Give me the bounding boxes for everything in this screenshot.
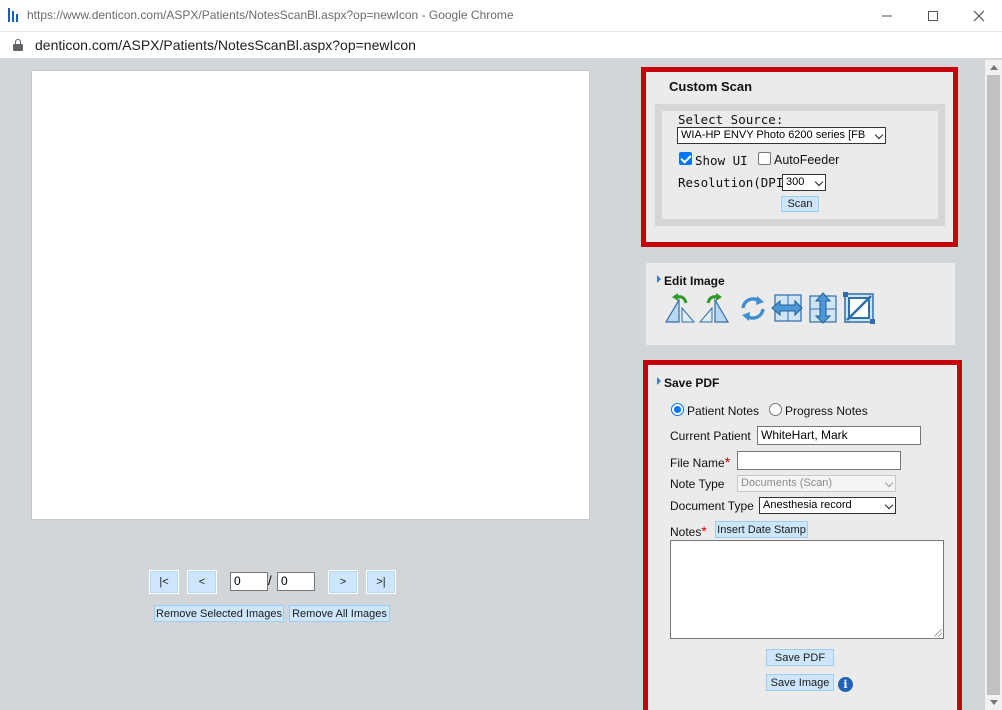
patient-notes-label: Patient Notes — [687, 404, 760, 418]
current-patient-field[interactable]: WhiteHart, Mark — [757, 426, 921, 445]
document-type-value: Anesthesia record — [763, 499, 852, 511]
remove-selected-images-button[interactable]: Remove Selected Images — [154, 605, 284, 622]
insert-date-stamp-button[interactable]: Insert Date Stamp — [715, 521, 808, 538]
save-pdf-button[interactable]: Save PDF — [766, 649, 834, 666]
custom-scan-title: Custom Scan — [669, 79, 753, 94]
autofeeder-checkbox[interactable] — [758, 152, 771, 165]
show-ui-checkbox[interactable] — [679, 152, 692, 165]
chevron-down-icon — [874, 130, 884, 140]
progress-notes-radio[interactable] — [769, 403, 782, 416]
document-type-label: Document Type — [670, 499, 754, 513]
maximize-button[interactable] — [910, 0, 956, 32]
resize-grip-icon[interactable] — [934, 629, 942, 637]
close-icon — [973, 10, 985, 22]
edit-image-title: Edit Image — [664, 274, 725, 288]
first-page-button[interactable]: |< — [149, 570, 179, 594]
total-pages-input[interactable]: 0 — [277, 572, 315, 591]
lock-icon — [13, 39, 23, 51]
file-name-label: File Name* — [670, 454, 730, 470]
last-page-button[interactable]: >| — [366, 570, 396, 594]
patient-notes-radio[interactable] — [671, 403, 684, 416]
required-marker: * — [724, 454, 731, 470]
flip-vertical-icon[interactable] — [807, 292, 839, 324]
page-scrollbar[interactable] — [985, 60, 1002, 710]
rotate-180-icon[interactable] — [737, 292, 769, 324]
next-page-button[interactable]: > — [328, 570, 358, 594]
note-type-value: Documents (Scan) — [741, 477, 833, 489]
page-separator: / — [268, 573, 272, 588]
resolution-label: Resolution(DPI): — [678, 175, 799, 190]
close-button[interactable] — [956, 0, 1002, 32]
notes-label-text: Notes — [670, 525, 702, 539]
resolution-select-value: 300 — [786, 176, 805, 188]
chevron-down-icon — [814, 177, 824, 187]
scrollbar-thumb[interactable] — [987, 75, 1000, 695]
save-image-button[interactable]: Save Image — [766, 674, 834, 691]
required-marker: * — [701, 523, 707, 539]
resolution-select[interactable]: 300 — [782, 174, 826, 191]
scroll-up-icon[interactable] — [990, 65, 998, 70]
window-title: https://www.denticon.com/ASPX/Patients/N… — [27, 8, 514, 22]
chevron-down-icon — [884, 500, 894, 510]
source-select[interactable]: WIA-HP ENVY Photo 6200 series [FB — [677, 127, 886, 144]
maximize-icon — [928, 11, 938, 21]
scroll-down-icon[interactable] — [990, 700, 998, 705]
address-bar[interactable]: denticon.com/ASPX/Patients/NotesScanBl.a… — [0, 32, 1002, 59]
image-viewer[interactable] — [31, 70, 590, 520]
document-type-select[interactable]: Anesthesia record — [759, 497, 896, 514]
current-page-input[interactable]: 0 — [230, 572, 268, 591]
rotate-left-icon[interactable] — [664, 292, 696, 324]
current-patient-label: Current Patient — [670, 429, 751, 443]
source-select-value: WIA-HP ENVY Photo 6200 series [FB — [681, 129, 866, 141]
rotate-right-icon[interactable] — [698, 292, 730, 324]
address-url[interactable]: denticon.com/ASPX/Patients/NotesScanBl.a… — [35, 37, 416, 53]
collapse-triangle-icon[interactable] — [657, 377, 661, 385]
window-title-bar: https://www.denticon.com/ASPX/Patients/N… — [0, 0, 1002, 32]
minimize-button[interactable] — [864, 0, 910, 32]
crop-icon[interactable] — [843, 292, 875, 324]
notes-textarea[interactable] — [670, 540, 944, 639]
save-pdf-title: Save PDF — [664, 376, 720, 390]
select-source-label: Select Source: — [678, 112, 784, 127]
scan-button[interactable]: Scan — [781, 196, 819, 212]
flip-horizontal-icon[interactable] — [771, 292, 803, 324]
note-type-label: Note Type — [670, 477, 725, 491]
remove-all-images-button[interactable]: Remove All Images — [289, 605, 390, 622]
minimize-icon — [882, 15, 892, 17]
autofeeder-label: AutoFeeder — [774, 153, 840, 167]
collapse-triangle-icon[interactable] — [657, 275, 661, 283]
progress-notes-label: Progress Notes — [785, 404, 868, 418]
file-name-label-text: File Name — [670, 456, 725, 470]
previous-page-button[interactable]: < — [187, 570, 217, 594]
chevron-down-icon — [884, 478, 894, 488]
info-icon[interactable]: i — [838, 677, 853, 692]
chrome-app-icon — [8, 8, 20, 22]
show-ui-label: Show UI — [695, 153, 748, 168]
file-name-field[interactable] — [737, 451, 901, 470]
notes-label: Notes* — [670, 523, 707, 539]
note-type-select: Documents (Scan) — [737, 475, 896, 492]
